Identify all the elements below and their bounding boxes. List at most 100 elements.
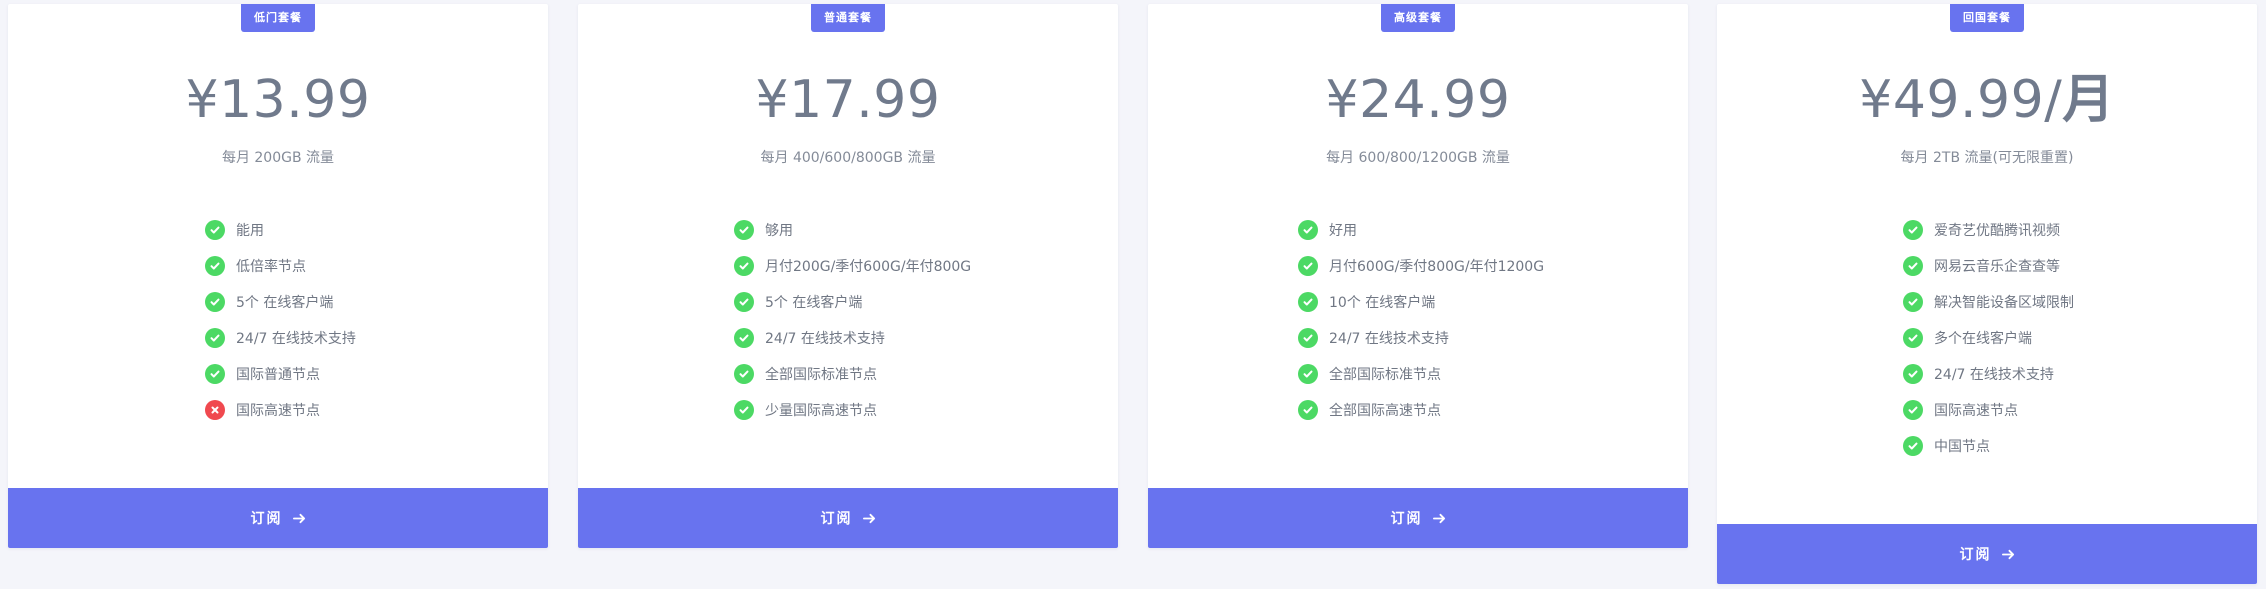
arrow-right-icon xyxy=(862,512,876,525)
arrow-right-icon xyxy=(292,512,306,525)
subscribe-button-label: 订阅 xyxy=(820,511,853,527)
check-circle-icon xyxy=(1903,400,1923,420)
feature-item: 多个在线客户端 xyxy=(1903,320,2074,356)
feature-label: 24/7 在线技术支持 xyxy=(236,331,356,347)
feature-label: 够用 xyxy=(765,223,793,239)
feature-label: 全部国际高速节点 xyxy=(1329,403,1441,419)
feature-label: 全部国际标准节点 xyxy=(765,367,877,383)
subscribe-button-label: 订阅 xyxy=(1959,547,1992,563)
check-circle-icon xyxy=(205,364,225,384)
plan-price: ¥49.99/月 xyxy=(1717,74,2257,126)
subscribe-button-label: 订阅 xyxy=(250,511,283,527)
feature-item: 10个 在线客户端 xyxy=(1298,284,1544,320)
plan-price: ¥24.99 xyxy=(1148,74,1688,126)
check-circle-icon xyxy=(734,220,754,240)
feature-label: 10个 在线客户端 xyxy=(1329,295,1436,311)
feature-label: 少量国际高速节点 xyxy=(765,403,877,419)
feature-item: 好用 xyxy=(1298,212,1544,248)
feature-label: 解决智能设备区域限制 xyxy=(1934,295,2074,311)
plan-traffic: 每月 200GB 流量 xyxy=(221,150,335,166)
check-circle-icon xyxy=(1903,364,1923,384)
check-circle-icon xyxy=(1298,400,1318,420)
check-circle-icon xyxy=(205,292,225,312)
check-circle-icon xyxy=(1903,256,1923,276)
feature-label: 能用 xyxy=(236,223,264,239)
check-circle-icon xyxy=(1298,256,1318,276)
plan-card-premium: 高级套餐 ¥24.99 每月 600/800/1200GB 流量 好用月付600… xyxy=(1148,4,1688,548)
check-circle-icon xyxy=(1903,292,1923,312)
price-unit: 月 xyxy=(2062,70,2115,130)
plan-card-return-china: 回国套餐 ¥49.99/月 每月 2TB 流量(可无限重置) 爱奇艺优酷腾讯视频… xyxy=(1717,4,2257,584)
subscribe-button[interactable]: 订阅 xyxy=(8,488,548,548)
check-circle-icon xyxy=(1298,364,1318,384)
feature-label: 5个 在线客户端 xyxy=(765,295,863,311)
feature-label: 24/7 在线技术支持 xyxy=(1329,331,1449,347)
feature-item: 解决智能设备区域限制 xyxy=(1903,284,2074,320)
check-circle-icon xyxy=(1903,220,1923,240)
feature-label: 中国节点 xyxy=(1934,439,1990,455)
feature-label: 国际高速节点 xyxy=(236,403,320,419)
feature-list: 好用月付600G/季付800G/年付1200G 10个 在线客户端 24/7 在线技… xyxy=(1298,212,1544,428)
check-circle-icon xyxy=(205,328,225,348)
plan-badge: 回国套餐 xyxy=(1950,4,2024,32)
feature-item: 国际高速节点 xyxy=(205,392,356,428)
subscribe-button-label: 订阅 xyxy=(1390,511,1423,527)
check-circle-icon xyxy=(205,256,225,276)
plan-traffic: 每月 600/800/1200GB 流量 xyxy=(1326,150,1510,166)
feature-label: 国际普通节点 xyxy=(236,367,320,383)
feature-list: 能用低倍率节点 5个 在线客户端 24/7 在线技术支持 国际普通节点 国际高速节点 xyxy=(205,212,356,428)
feature-label: 月付600G/季付800G/年付1200G xyxy=(1329,259,1545,275)
check-circle-icon xyxy=(734,328,754,348)
feature-item: 24/7 在线技术支持 xyxy=(1903,356,2074,392)
arrow-right-icon xyxy=(1432,512,1446,525)
x-circle-icon xyxy=(205,400,225,420)
subscribe-button[interactable]: 订阅 xyxy=(1717,524,2257,584)
feature-item: 5个 在线客户端 xyxy=(734,284,971,320)
feature-item: 能用 xyxy=(205,212,356,248)
subscribe-button[interactable]: 订阅 xyxy=(1148,488,1688,548)
feature-item: 低倍率节点 xyxy=(205,248,356,284)
check-circle-icon xyxy=(1903,328,1923,348)
check-circle-icon xyxy=(734,400,754,420)
check-circle-icon xyxy=(734,292,754,312)
feature-label: 全部国际标准节点 xyxy=(1329,367,1441,383)
feature-item: 网易云音乐企查查等 xyxy=(1903,248,2074,284)
price-amount: ¥24.99 xyxy=(1325,70,1511,130)
feature-item: 爱奇艺优酷腾讯视频 xyxy=(1903,212,2074,248)
feature-label: 24/7 在线技术支持 xyxy=(1934,367,2054,383)
feature-item: 全部国际标准节点 xyxy=(734,356,971,392)
feature-item: 全部国际高速节点 xyxy=(1298,392,1544,428)
plan-price: ¥17.99 xyxy=(578,74,1118,126)
feature-label: 5个 在线客户端 xyxy=(236,295,334,311)
feature-item: 国际普通节点 xyxy=(205,356,356,392)
check-circle-icon xyxy=(1298,220,1318,240)
feature-item: 国际高速节点 xyxy=(1903,392,2074,428)
feature-item: 24/7 在线技术支持 xyxy=(734,320,971,356)
feature-label: 月付200G/季付600G/年付800G xyxy=(765,259,972,275)
feature-item: 全部国际标准节点 xyxy=(1298,356,1544,392)
feature-item: 够用 xyxy=(734,212,971,248)
pricing-page: 低门套餐 ¥13.99 每月 200GB 流量 能用低倍率节点 5个 在线客户端 2… xyxy=(0,0,2266,589)
check-circle-icon xyxy=(1298,328,1318,348)
subscribe-button[interactable]: 订阅 xyxy=(578,488,1118,548)
feature-list: 爱奇艺优酷腾讯视频 网易云音乐企查查等 解决智能设备区域限制多个在线客户端 24/7 … xyxy=(1903,212,2074,464)
plan-traffic: 每月 400/600/800GB 流量 xyxy=(760,150,936,166)
feature-list: 够用月付200G/季付600G/年付800G 5个 在线客户端 24/7 在线技术支… xyxy=(734,212,971,428)
feature-label: 好用 xyxy=(1329,223,1357,239)
feature-label: 网易云音乐企查查等 xyxy=(1934,259,2060,275)
price-amount: ¥17.99 xyxy=(755,70,941,130)
feature-label: 低倍率节点 xyxy=(236,259,306,275)
plan-badge: 普通套餐 xyxy=(811,4,885,32)
check-circle-icon xyxy=(734,256,754,276)
feature-item: 5个 在线客户端 xyxy=(205,284,356,320)
plan-traffic: 每月 2TB 流量(可无限重置) xyxy=(1900,150,2074,166)
check-circle-icon xyxy=(734,364,754,384)
check-circle-icon xyxy=(1903,436,1923,456)
price-amount: ¥13.99 xyxy=(185,70,371,130)
feature-label: 24/7 在线技术支持 xyxy=(765,331,885,347)
plan-badge: 低门套餐 xyxy=(241,4,315,32)
feature-item: 少量国际高速节点 xyxy=(734,392,971,428)
arrow-right-icon xyxy=(2001,548,2015,561)
feature-label: 爱奇艺优酷腾讯视频 xyxy=(1934,223,2060,239)
plan-badge: 高级套餐 xyxy=(1381,4,1455,32)
